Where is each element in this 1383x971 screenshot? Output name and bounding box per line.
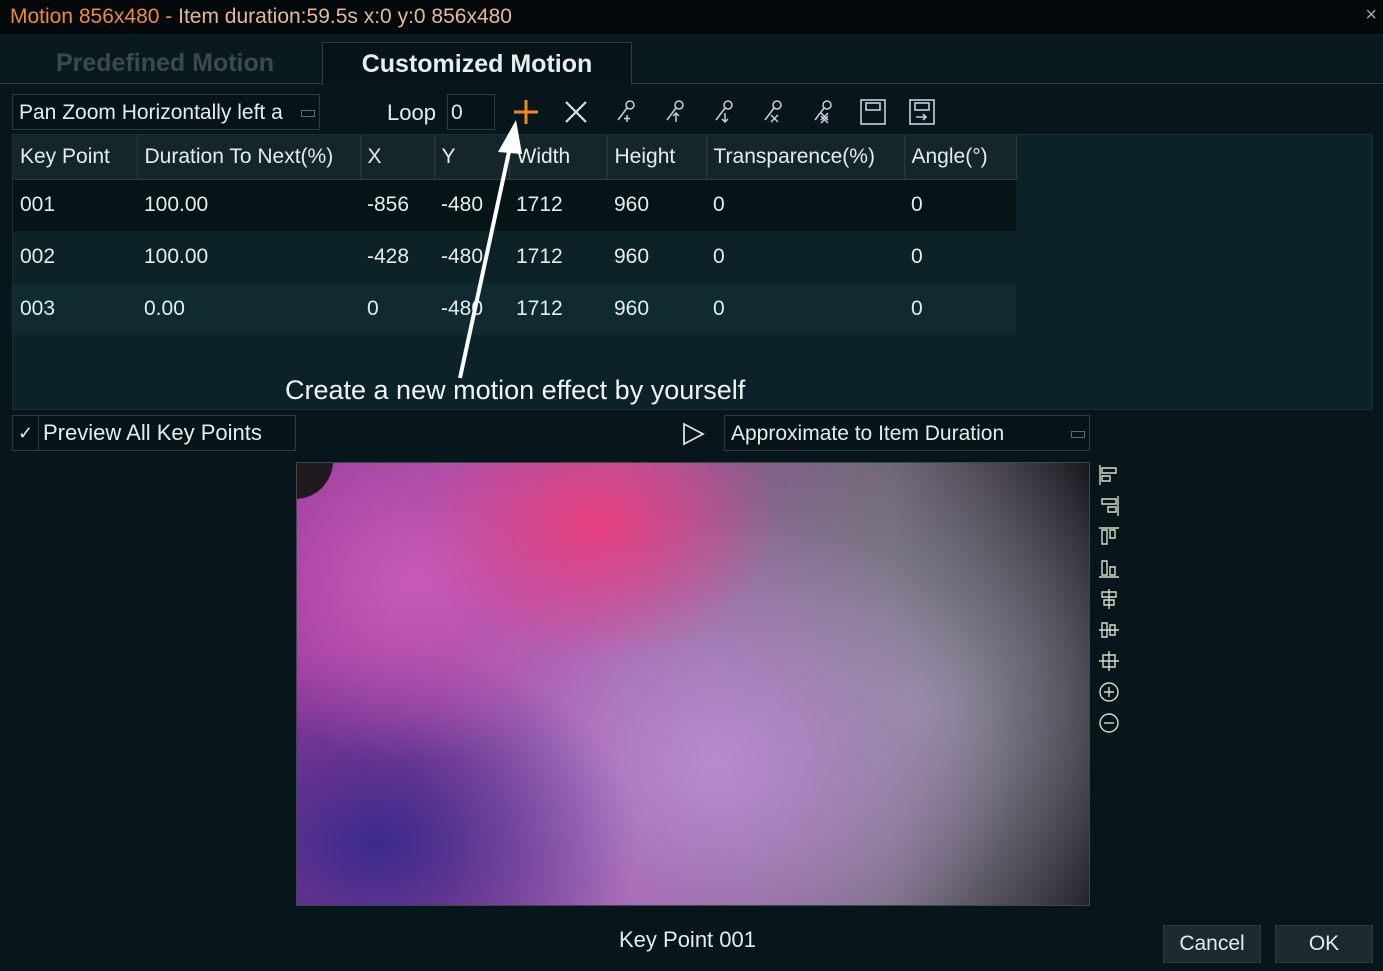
close-button[interactable]: × xyxy=(1365,4,1377,27)
table-cell[interactable]: 0 xyxy=(904,283,1016,335)
table-cell[interactable]: 100.00 xyxy=(137,179,360,231)
play-icon[interactable] xyxy=(680,421,706,452)
align-top-icon[interactable] xyxy=(1097,525,1121,549)
cancel-button[interactable]: Cancel xyxy=(1163,925,1261,963)
table-cell[interactable]: 0 xyxy=(706,179,904,231)
title-info: Item duration:59.5s x:0 y:0 856x480 xyxy=(178,5,512,28)
move-keypoint-down-icon[interactable] xyxy=(709,96,741,128)
table-cell[interactable]: 002 xyxy=(13,231,137,283)
column-header[interactable]: Duration To Next(%) xyxy=(137,135,361,180)
table-cell[interactable]: 0.00 xyxy=(137,283,360,335)
loop-label: Loop xyxy=(387,100,436,125)
move-keypoint-up-icon[interactable] xyxy=(660,96,692,128)
export-icon[interactable] xyxy=(906,96,938,128)
zoom-in-icon[interactable] xyxy=(1097,680,1121,704)
preview-all-keypoints-checkbox[interactable]: ✓ Preview All Key Points xyxy=(12,415,296,451)
column-header[interactable]: Transparence(%) xyxy=(706,135,905,180)
delete-keypoint-icon[interactable] xyxy=(758,96,790,128)
duration-mode-value: Approximate to Item Duration xyxy=(731,422,1005,445)
corner-handle[interactable] xyxy=(297,463,333,499)
center-horizontal-icon[interactable] xyxy=(1097,618,1121,642)
column-header[interactable]: Height xyxy=(607,135,707,180)
ok-button[interactable]: OK xyxy=(1275,925,1373,963)
tab-customized-motion[interactable]: Customized Motion xyxy=(322,42,632,85)
table-cell[interactable]: 0 xyxy=(706,283,904,335)
table-cell[interactable]: 0 xyxy=(904,231,1016,283)
column-header[interactable]: Angle(°) xyxy=(904,135,1017,180)
table-cell[interactable]: 960 xyxy=(607,283,706,335)
table-cell[interactable]: 001 xyxy=(13,179,137,231)
table-cell[interactable]: -428 xyxy=(360,231,434,283)
table-cell[interactable]: 0 xyxy=(360,283,434,335)
preset-value: Pan Zoom Horizontally left a xyxy=(19,101,283,124)
dropdown-icon xyxy=(1071,431,1085,438)
annotation-text: Create a new motion effect by yourself xyxy=(285,375,746,405)
table-cell[interactable]: 960 xyxy=(607,231,706,283)
title-prefix: Motion 856x480 - xyxy=(10,5,179,28)
checkbox-label: Preview All Key Points xyxy=(43,420,262,445)
column-header[interactable]: X xyxy=(360,135,435,180)
table-cell[interactable]: 0 xyxy=(706,231,904,283)
delete-all-keypoints-icon[interactable] xyxy=(808,96,840,128)
check-icon: ✓ xyxy=(13,416,39,450)
table-cell[interactable]: 003 xyxy=(13,283,137,335)
table-cell[interactable]: 960 xyxy=(607,179,706,231)
dropdown-icon xyxy=(301,110,315,117)
delete-icon[interactable] xyxy=(560,96,592,128)
keypoint-label: Key Point 001 xyxy=(619,927,756,952)
table-cell[interactable]: 100.00 xyxy=(137,231,360,283)
tab-bar: Predefined Motion Customized Motion xyxy=(0,34,1383,85)
column-header[interactable]: Key Point xyxy=(13,135,138,180)
tab-predefined-motion[interactable]: Predefined Motion xyxy=(8,42,322,85)
preview-canvas[interactable] xyxy=(296,462,1090,906)
table-cell[interactable]: 0 xyxy=(904,179,1016,231)
align-left-icon[interactable] xyxy=(1097,463,1121,487)
center-vertical-icon[interactable] xyxy=(1097,587,1121,611)
window-title: Motion 856x480 - Item duration:59.5s x:0… xyxy=(10,5,512,29)
annotation-arrow xyxy=(458,120,522,379)
save-icon[interactable] xyxy=(857,96,889,128)
zoom-out-icon[interactable] xyxy=(1097,711,1121,735)
duration-mode-dropdown[interactable]: Approximate to Item Duration xyxy=(724,415,1090,451)
align-bottom-icon[interactable] xyxy=(1097,556,1121,580)
align-right-icon[interactable] xyxy=(1097,494,1121,518)
title-bar: Motion 856x480 - Item duration:59.5s x:0… xyxy=(0,0,1383,34)
add-keypoint-icon[interactable] xyxy=(611,96,643,128)
center-both-icon[interactable] xyxy=(1097,649,1121,673)
preset-dropdown[interactable]: Pan Zoom Horizontally left a xyxy=(12,94,320,130)
keypoint-table: Key Point Duration To Next(%) X Y Width … xyxy=(12,134,1373,410)
table-cell[interactable]: -856 xyxy=(360,179,434,231)
